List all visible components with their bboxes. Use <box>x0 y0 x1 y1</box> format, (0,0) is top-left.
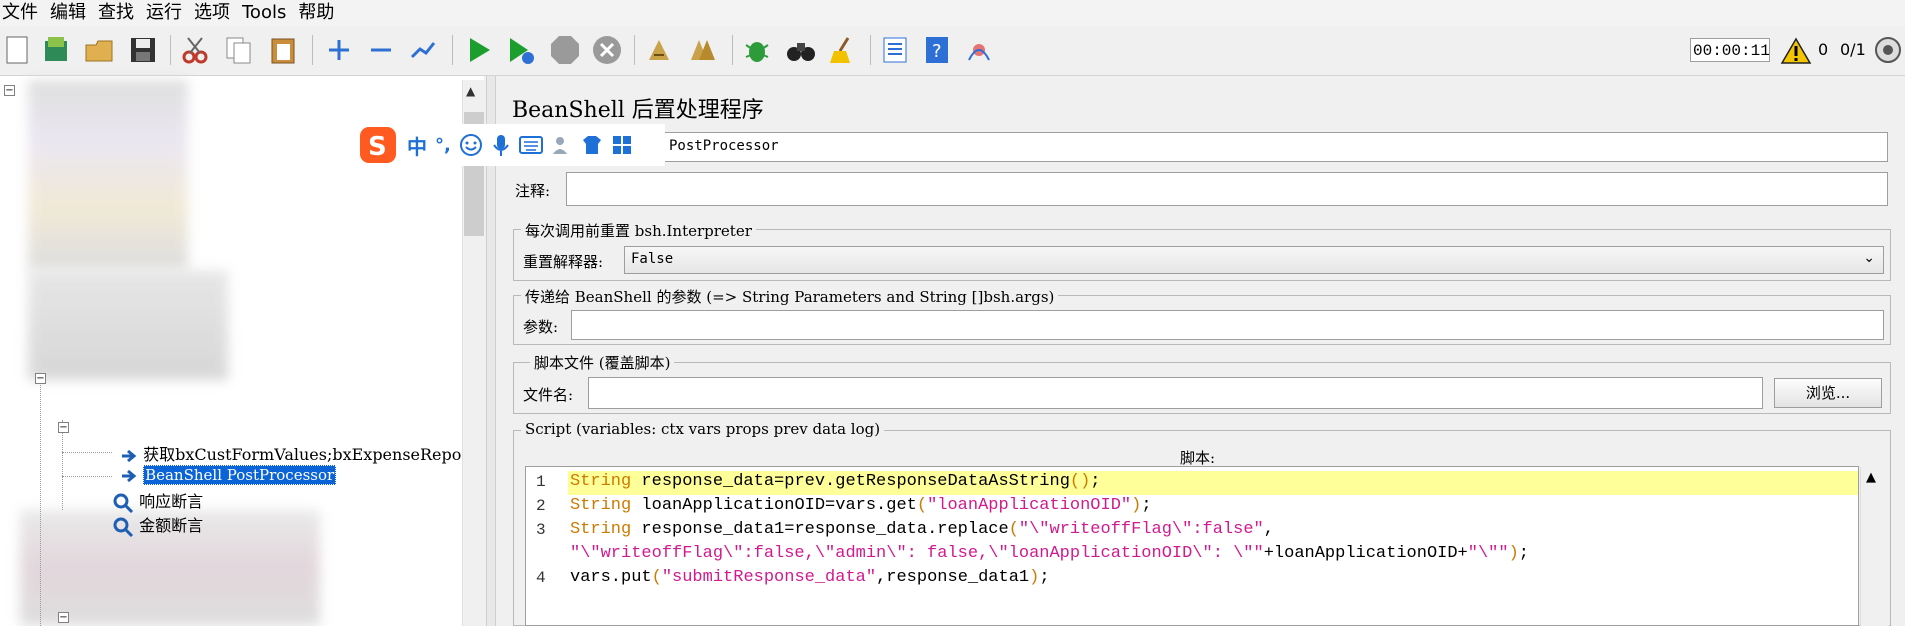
search-bug-icon[interactable] <box>740 33 774 67</box>
save-icon[interactable] <box>126 33 160 67</box>
clear-icon[interactable] <box>642 33 676 67</box>
warning-icon[interactable] <box>1780 37 1812 70</box>
tree-collapse-node[interactable]: − <box>58 612 69 623</box>
editor-scrollbar[interactable] <box>1860 467 1889 626</box>
keyboard-icon[interactable] <box>518 134 543 156</box>
svg-text:S: S <box>368 132 387 162</box>
filename-field[interactable] <box>588 377 1763 409</box>
comment-label: 注释: <box>515 182 551 200</box>
open-icon[interactable] <box>82 33 116 67</box>
comment-field[interactable] <box>566 172 1888 206</box>
ime-punct-toggle[interactable]: °, <box>435 135 451 156</box>
page-title: BeanShell 后置处理程序 <box>512 98 764 123</box>
obscured-tree-area <box>28 80 188 270</box>
magnifier-icon <box>113 493 134 513</box>
tree-item-sampler[interactable]: 获取bxCustFormValues;bxExpenseRepor <box>120 441 469 465</box>
sogou-logo-icon[interactable]: S <box>359 126 399 164</box>
tree-item-beanshell-postprocessor[interactable]: BeanShell PostProcessor <box>120 465 337 485</box>
start-no-pause-icon[interactable] <box>504 33 538 67</box>
clear-all-icon[interactable] <box>686 33 720 67</box>
parameters-label: 参数: <box>523 318 559 336</box>
new-icon[interactable] <box>0 33 34 67</box>
name-field[interactable]: PostProcessor <box>512 132 1888 162</box>
menu-file[interactable]: 文件 <box>0 0 44 26</box>
emoji-icon[interactable] <box>459 133 483 157</box>
toggle-icon[interactable] <box>406 33 440 67</box>
menu-help[interactable]: 帮助 <box>292 0 340 26</box>
menu-run[interactable]: 运行 <box>140 0 188 26</box>
menu-tools[interactable]: Tools <box>236 0 292 26</box>
line-number: 2 <box>536 497 546 515</box>
reset-interpreter-select[interactable]: False ⌄ <box>624 246 1884 274</box>
arrow-icon <box>122 469 137 482</box>
copy-icon[interactable] <box>222 33 256 67</box>
browse-button[interactable]: 浏览... <box>1774 378 1882 408</box>
stop-icon[interactable] <box>548 33 582 67</box>
svg-text:?: ? <box>932 41 942 62</box>
code-line: String response_data1=response_data.repl… <box>570 520 1274 539</box>
status-indicator-icon <box>1871 33 1905 67</box>
tree-collapse-node[interactable]: − <box>35 373 46 384</box>
binoculars-icon[interactable] <box>784 33 818 67</box>
templates-icon[interactable] <box>40 33 74 67</box>
script-file-group-title: 脚本文件 (覆盖脚本) <box>530 352 675 373</box>
tree-item-response-assertion[interactable]: 响应断言 <box>112 488 203 513</box>
tree-item-amount-assertion[interactable]: 金额断言 <box>112 512 203 537</box>
obscured-tree-area <box>28 270 228 380</box>
ime-toolbar: S 中 °, <box>355 124 665 166</box>
tree-collapse-root[interactable]: − <box>4 85 15 96</box>
menu-bar: 文件 编辑 查找 运行 选项 Tools 帮助 <box>0 0 1905 26</box>
filename-label: 文件名: <box>523 386 574 404</box>
code-line: String response_data=prev.getResponseDat… <box>570 472 1101 491</box>
thread-count: 0/1 <box>1840 40 1866 59</box>
line-number: 1 <box>536 473 546 491</box>
expand-icon[interactable] <box>322 33 356 67</box>
paste-icon[interactable] <box>266 33 300 67</box>
reset-group-title: 每次调用前重置 bsh.Interpreter <box>521 220 756 241</box>
code-line: vars.put("submitResponse_data",response_… <box>570 568 1050 587</box>
arrow-icon <box>122 449 137 462</box>
tree-collapse-node[interactable]: − <box>58 422 69 433</box>
error-count: 0 <box>1818 40 1829 59</box>
help-icon[interactable]: ? <box>920 33 954 67</box>
menu-options[interactable]: 选项 <box>188 0 236 26</box>
scroll-up-icon[interactable]: ▲ <box>466 84 475 98</box>
chevron-down-icon: ⌄ <box>1863 250 1875 266</box>
collapse-icon[interactable] <box>364 33 398 67</box>
menu-edit[interactable]: 编辑 <box>44 0 92 26</box>
magnifier-icon <box>113 517 134 537</box>
script-group-title: Script (variables: ctx vars props prev d… <box>521 420 885 438</box>
scroll-up-icon[interactable]: ▲ <box>1866 470 1876 485</box>
ime-lang-toggle[interactable]: 中 <box>407 131 427 160</box>
line-number: 4 <box>536 569 546 587</box>
script-header: 脚本: <box>1180 449 1216 467</box>
user-tools-icon[interactable] <box>551 134 573 156</box>
shutdown-icon[interactable] <box>590 33 624 67</box>
cut-icon[interactable] <box>178 33 212 67</box>
code-line: String loanApplicationOID=vars.get("loan… <box>570 496 1152 515</box>
toolbox-grid-icon[interactable] <box>611 134 633 156</box>
parameters-field[interactable] <box>571 310 1884 340</box>
line-number-gutter <box>526 467 566 625</box>
reset-interpreter-label: 重置解释器: <box>523 253 604 271</box>
microphone-icon[interactable] <box>491 133 511 157</box>
elapsed-time: 00:00:11 <box>1690 38 1770 62</box>
start-icon[interactable] <box>462 33 496 67</box>
toolbar: ? 00:00:11 0 0/1 <box>0 27 1905 76</box>
remote-icon[interactable] <box>962 33 996 67</box>
code-line: "\"writeoffFlag\":false,\"admin\": false… <box>570 544 1529 563</box>
menu-search[interactable]: 查找 <box>92 0 140 26</box>
parameters-group-title: 传递给 BeanShell 的参数 (=> String Parameters … <box>521 286 1059 307</box>
line-number: 3 <box>536 521 546 539</box>
function-list-icon[interactable] <box>878 33 912 67</box>
broom-icon[interactable] <box>826 33 860 67</box>
skin-shirt-icon[interactable] <box>581 134 603 156</box>
tree-item-label: BeanShell PostProcessor <box>143 465 337 485</box>
